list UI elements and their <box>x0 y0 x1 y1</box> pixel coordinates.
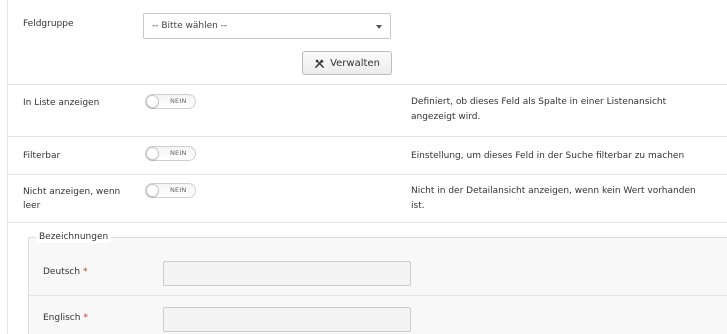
nicht-anzeigen-toggle[interactable]: NEIN <box>145 183 196 198</box>
deutsch-label-text: Deutsch <box>43 267 81 277</box>
filterbar-description: Einstellung, um dieses Feld in der Suche… <box>411 151 685 161</box>
englisch-label: Englisch * <box>43 313 88 323</box>
englisch-label-text: Englisch <box>43 313 81 323</box>
toggle-state: NEIN <box>170 97 187 105</box>
englisch-input[interactable] <box>163 307 411 332</box>
caret-down-icon <box>376 25 382 29</box>
in-liste-anzeigen-toggle[interactable]: NEIN <box>145 94 196 109</box>
row-in-liste-anzeigen: In Liste anzeigen NEIN Definiert, ob die… <box>8 85 727 137</box>
verwalten-button-label: Verwalten <box>330 57 380 69</box>
in-liste-anzeigen-label: In Liste anzeigen <box>23 98 100 108</box>
toggle-knob <box>146 184 159 197</box>
row-feldgruppe: Feldgruppe -- Bitte wählen -- Verwalten <box>8 0 727 85</box>
row-englisch: Englisch * <box>29 296 727 334</box>
row-deutsch: Deutsch * <box>29 250 727 296</box>
toggle-state: NEIN <box>170 149 187 157</box>
in-liste-anzeigen-description: Definiert, ob dieses Feld als Spalte in … <box>411 97 667 122</box>
feldgruppe-label: Feldgruppe <box>23 19 74 29</box>
filterbar-label: Filterbar <box>23 151 61 161</box>
feldgruppe-select[interactable]: -- Bitte wählen -- <box>143 13 391 39</box>
deutsch-label: Deutsch * <box>43 267 88 277</box>
bezeichnungen-legend: Bezeichnungen <box>36 231 112 243</box>
tools-icon <box>315 58 324 68</box>
required-marker: * <box>83 313 88 323</box>
toggle-state: NEIN <box>170 186 187 194</box>
verwalten-button[interactable]: Verwalten <box>302 51 392 75</box>
filterbar-toggle[interactable]: NEIN <box>145 146 196 161</box>
nicht-anzeigen-description: Nicht in der Detailansicht anzeigen, wen… <box>411 186 696 211</box>
toggle-knob <box>146 147 159 160</box>
row-filterbar: Filterbar NEIN Einstellung, um dieses Fe… <box>8 137 727 175</box>
feldgruppe-select-value: -- Bitte wählen -- <box>152 21 228 31</box>
required-marker: * <box>83 267 88 277</box>
bezeichnungen-fieldset: Bezeichnungen Deutsch * Englisch * <box>28 231 727 334</box>
row-nicht-anzeigen-wenn-leer: Nicht anzeigen, wenn leer NEIN Nicht in … <box>8 175 727 223</box>
nicht-anzeigen-label: Nicht anzeigen, wenn leer <box>23 187 121 211</box>
deutsch-input[interactable] <box>163 261 411 286</box>
toggle-knob <box>146 95 159 108</box>
form-panel: Feldgruppe -- Bitte wählen -- Verwalten … <box>7 0 727 334</box>
